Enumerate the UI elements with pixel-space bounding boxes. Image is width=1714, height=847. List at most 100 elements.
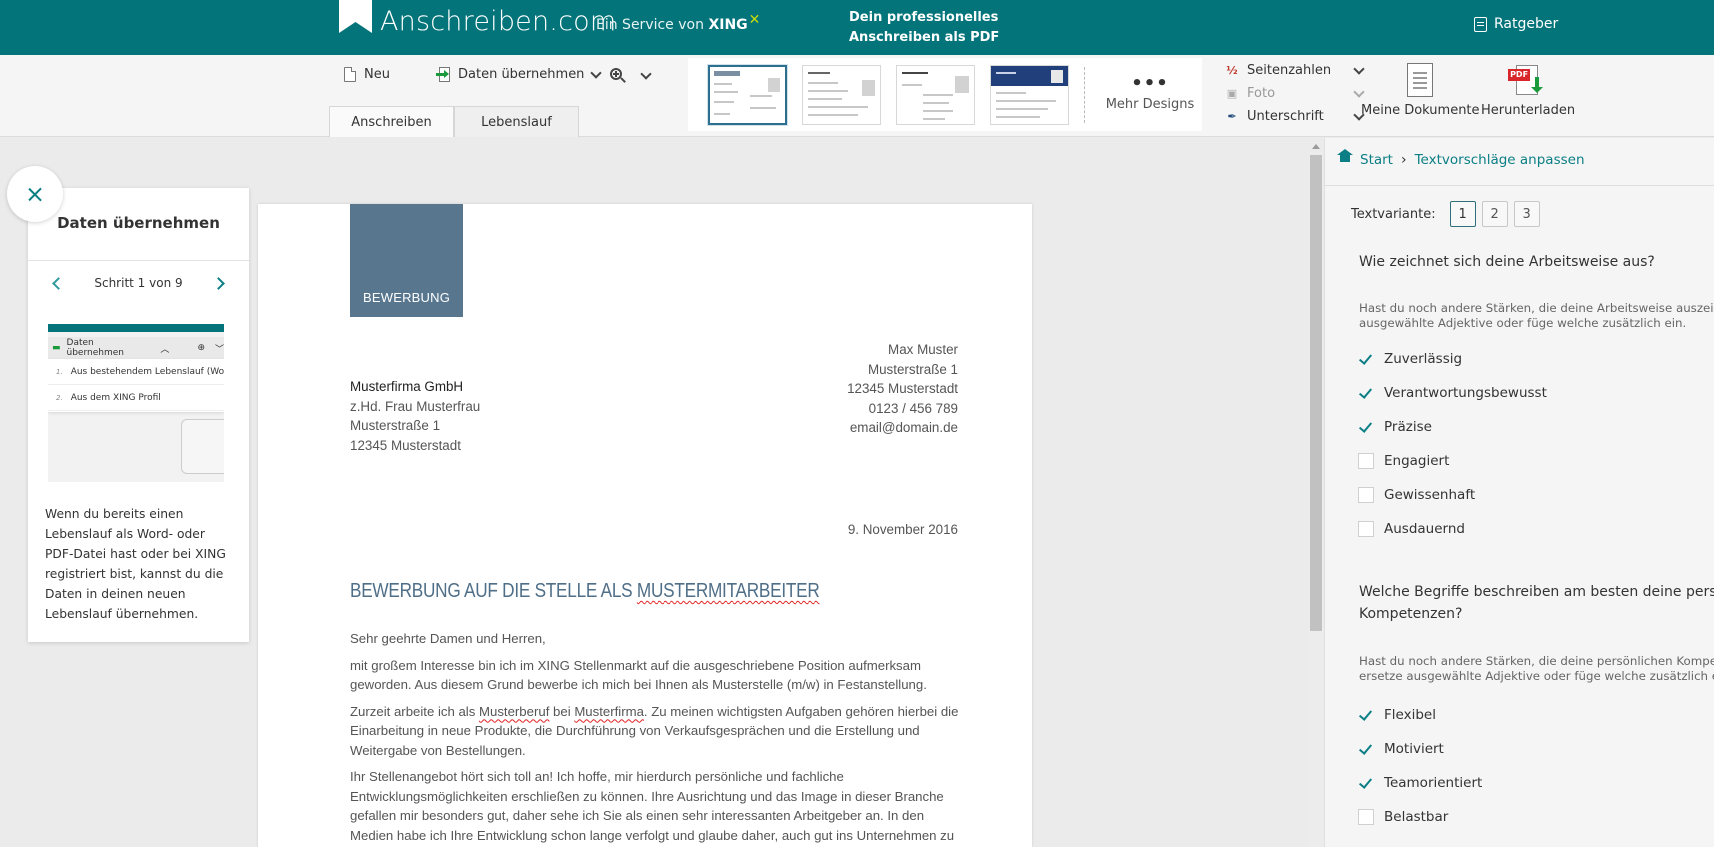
new-button[interactable]: Neu [344, 67, 390, 82]
checkbox-verantwortungsbewusst[interactable]: Verantwortungsbewusst [1358, 376, 1547, 410]
help-panel: Daten übernehmen Schritt 1 von 9 ▬ Daten… [28, 188, 249, 642]
close-icon [28, 187, 42, 201]
page-numbers-icon: ½ [1226, 63, 1238, 77]
chevron-up-icon: ︿ [160, 344, 170, 355]
letter-subject[interactable]: BEWERBUNG AUF DIE STELLE ALS MUSTERMITAR… [350, 580, 820, 603]
recipient-address[interactable]: Musterfirma GmbH z.Hd. Frau Musterfrau M… [350, 377, 480, 455]
brand-name[interactable]: Anschreiben.com [380, 6, 616, 37]
preview-menu-item: 2. Aus dem XING Profil [48, 385, 224, 411]
download-button[interactable]: PDF Herunterladen [1481, 63, 1575, 118]
help-preview-image: ▬ Daten übernehmen ︿ ⊕ ﹀ 1. Aus bestehend… [48, 324, 224, 482]
import-data-label: Daten übernehmen [458, 67, 585, 82]
document-page[interactable]: BEWERBUNG Max Muster Musterstraße 1 1234… [258, 204, 1032, 847]
bewerbung-badge: BEWERBUNG [350, 204, 463, 317]
import-data-dropdown[interactable]: Daten übernehmen [436, 66, 603, 82]
text-suggestions-panel: Start › Textvorschläge anpassen Textvari… [1324, 138, 1714, 847]
greeting: Sehr geehrte Damen und Herren, [350, 631, 546, 646]
step-navigation: Schritt 1 von 9 [28, 276, 249, 290]
hint-kompetenzen: Hast du noch andere Stärken, die deine p… [1359, 654, 1714, 683]
design-thumbnail-3[interactable] [896, 64, 975, 125]
signature-option[interactable]: ✒ Unterschrift [1225, 105, 1365, 128]
more-designs-button[interactable]: ••• Mehr Designs [1100, 73, 1200, 113]
xing-x-icon: ✕ [748, 12, 761, 28]
tab-lebenslauf[interactable]: Lebenslauf [454, 106, 579, 137]
download-label: Herunterladen [1481, 103, 1576, 118]
question-kompetenzen: Welche Begriffe beschreiben am besten de… [1359, 584, 1714, 622]
bookmark-logo-icon [339, 0, 372, 33]
previous-step-icon[interactable] [52, 276, 65, 290]
design-thumbnail-1[interactable] [708, 64, 787, 125]
tagline-line1: Dein professionelles [849, 10, 999, 25]
step-counter: Schritt 1 von 9 [94, 276, 183, 290]
check-icon [1358, 741, 1374, 757]
text-variant-selector: Textvariante: 1 2 3 [1351, 201, 1540, 227]
empty-checkbox [1358, 487, 1374, 503]
checkbox-gewissenhaft[interactable]: Gewissenhaft [1358, 478, 1547, 512]
variant-button-1[interactable]: 1 [1449, 201, 1476, 227]
checkbox-flexibel[interactable]: Flexibel [1358, 698, 1482, 732]
scroll-up-arrow[interactable] [1310, 140, 1322, 152]
breadcrumb-separator: › [1400, 152, 1407, 168]
variant-button-2[interactable]: 2 [1481, 201, 1508, 227]
top-header: Anschreiben.com Ein Service von XING✕ De… [0, 0, 1714, 55]
zoom-dropdown[interactable] [610, 68, 652, 84]
ratgeber-link[interactable]: Ratgeber [1474, 16, 1558, 32]
checklist-arbeitsweise: Zuverlässig Verantwortungsbewusst Präzis… [1358, 342, 1547, 546]
check-icon [1358, 351, 1374, 367]
documents-icon [1407, 63, 1434, 97]
tab-anschreiben[interactable]: Anschreiben [329, 106, 454, 137]
help-title: Daten übernehmen [57, 214, 220, 232]
ratgeber-label: Ratgeber [1494, 16, 1559, 32]
photo-label: Foto [1247, 86, 1276, 101]
my-documents-label: Meine Dokumente [1361, 103, 1480, 118]
page-numbers-label: Seitenzahlen [1247, 63, 1332, 78]
checkbox-belastbar[interactable]: Belastbar [1358, 800, 1482, 834]
sender-address[interactable]: Max Muster Musterstraße 1 12345 Musterst… [847, 340, 958, 438]
tagline: Dein professionelles Anschreiben als PDF [849, 8, 999, 48]
help-text: Wenn du bereits einen Lebenslauf als Wor… [45, 507, 226, 621]
my-documents-button[interactable]: Meine Dokumente [1361, 63, 1480, 118]
pdf-tag: PDF [1508, 69, 1531, 81]
page-options: ½ Seitenzahlen ▣ Foto ✒ Unterschrift [1225, 59, 1365, 128]
help-divider [28, 260, 249, 261]
document-tabs: Anschreiben Lebenslauf [329, 106, 579, 137]
checkbox-teamorientiert[interactable]: Teamorientiert [1358, 766, 1482, 800]
toolbar: Neu Daten übernehmen Anschreiben Lebensl… [0, 55, 1714, 137]
letter-date[interactable]: 9. November 2016 [848, 522, 958, 537]
new-document-icon [344, 67, 356, 82]
page-numbers-option[interactable]: ½ Seitenzahlen [1225, 59, 1365, 82]
paragraph-1: mit großem Interesse bin ich im XING Ste… [350, 657, 927, 693]
design-thumbnail-4[interactable] [990, 64, 1069, 125]
next-step-icon[interactable] [212, 276, 225, 290]
photo-option[interactable]: ▣ Foto [1225, 82, 1365, 105]
design-thumbnail-2[interactable] [802, 64, 881, 125]
checkbox-engagiert[interactable]: Engagiert [1358, 444, 1547, 478]
photo-icon: ▣ [1226, 86, 1238, 100]
breadcrumb-start[interactable]: Start [1360, 152, 1393, 168]
checkbox-motiviert[interactable]: Motiviert [1358, 732, 1482, 766]
designs-divider [1084, 66, 1085, 123]
empty-checkbox [1358, 809, 1374, 825]
design-picker: ••• Mehr Designs [688, 58, 1202, 131]
more-dots-icon: ••• [1131, 73, 1169, 94]
check-icon [1358, 775, 1374, 791]
hint-arbeitsweise: Hast du noch andere Stärken, die deine A… [1359, 301, 1714, 330]
close-help-button[interactable] [7, 166, 63, 222]
zoom-in-icon: ⊕ [197, 343, 205, 353]
chevron-down-icon [590, 66, 603, 79]
chevron-down-icon: ﹀ [214, 344, 224, 355]
check-icon [1358, 419, 1374, 435]
checkbox-praezise[interactable]: Präzise [1358, 410, 1547, 444]
paragraph-2: Zurzeit arbeite ich als Musterberuf bei … [350, 703, 959, 758]
brand-service: Ein Service von XING✕ [596, 12, 760, 33]
check-icon [1358, 385, 1374, 401]
chevron-down-icon [640, 68, 652, 80]
empty-checkbox [1358, 453, 1374, 469]
variant-button-3[interactable]: 3 [1513, 201, 1540, 227]
question-arbeitsweise: Wie zeichnet sich deine Arbeitsweise aus… [1359, 254, 1655, 270]
book-icon [1474, 16, 1487, 32]
letter-body[interactable]: Sehr geehrte Damen und Herren, mit große… [350, 629, 960, 847]
checkbox-ausdauernd[interactable]: Ausdauernd [1358, 512, 1547, 546]
checkbox-zuverlaessig[interactable]: Zuverlässig [1358, 342, 1547, 376]
scrollbar-thumb[interactable] [1310, 155, 1322, 631]
